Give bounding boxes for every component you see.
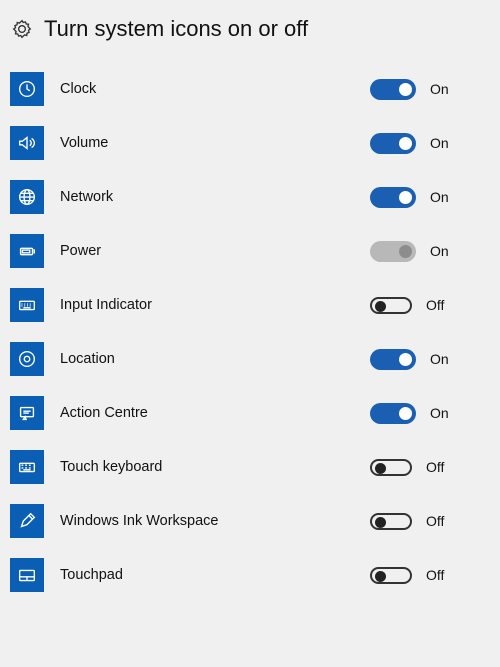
toggle-knob [375,517,386,528]
toggle-group: Off [370,297,482,314]
touch-keyboard-icon [10,450,44,484]
page-title: Turn system icons on or off [44,16,308,42]
toggle-switch[interactable] [370,567,412,584]
toggle-knob [375,571,386,582]
system-icons-settings-page: Turn system icons on or off ClockOnVolum… [0,0,500,610]
toggle-switch[interactable] [370,459,412,476]
settings-row: Touch keyboard Off [10,440,482,494]
toggle-group: On [370,349,482,370]
toggle-group: On [370,133,482,154]
toggle-switch[interactable] [370,187,416,208]
toggle-switch[interactable] [370,297,412,314]
touchpad-icon [10,558,44,592]
row-label: Touch keyboard [44,459,370,475]
toggle-knob [399,83,412,96]
row-label: Touchpad [44,567,370,583]
toggle-knob [399,137,412,150]
row-label: Volume [44,135,370,151]
keyboard-icon [10,288,44,322]
toggle-switch[interactable] [370,349,416,370]
settings-row: Power On [10,224,482,278]
row-label: Power [44,243,370,259]
action-centre-icon [10,396,44,430]
toggle-group: Off [370,567,482,584]
toggle-state-label: On [430,351,449,367]
toggle-knob [399,353,412,366]
toggle-switch[interactable] [370,133,416,154]
settings-row: Windows Ink Workspace Off [10,494,482,548]
settings-row: Touchpad Off [10,548,482,602]
location-icon [10,342,44,376]
toggle-knob [375,301,386,312]
row-label: Clock [44,81,370,97]
toggle-state-label: On [430,243,449,259]
volume-icon [10,126,44,160]
toggle-state-label: Off [426,459,444,475]
toggle-knob [399,191,412,204]
page-header: Turn system icons on or off [10,8,482,62]
toggle-state-label: On [430,189,449,205]
toggle-state-label: Off [426,567,444,583]
toggle-group: Off [370,459,482,476]
toggle-state-label: Off [426,513,444,529]
toggle-group: On [370,403,482,424]
toggle-knob [399,407,412,420]
toggle-group: Off [370,513,482,530]
toggle-knob [399,245,412,258]
toggle-group: On [370,187,482,208]
row-label: Location [44,351,370,367]
row-label: Windows Ink Workspace [44,513,370,529]
settings-row: Clock On [10,62,482,116]
toggle-state-label: On [430,135,449,151]
toggle-group: On [370,241,482,262]
toggle-switch[interactable] [370,79,416,100]
toggle-switch[interactable] [370,513,412,530]
toggle-switch [370,241,416,262]
toggle-state-label: On [430,81,449,97]
settings-list: Clock On Volume On Network On Power On Input Ind… [10,62,482,602]
clock-icon [10,72,44,106]
toggle-state-label: Off [426,297,444,313]
toggle-state-label: On [430,405,449,421]
settings-row: Location On [10,332,482,386]
row-label: Network [44,189,370,205]
toggle-group: On [370,79,482,100]
settings-row: Volume On [10,116,482,170]
gear-icon [12,19,32,39]
toggle-switch[interactable] [370,403,416,424]
pen-icon [10,504,44,538]
network-icon [10,180,44,214]
settings-row: Action Centre On [10,386,482,440]
toggle-knob [375,463,386,474]
settings-row: Network On [10,170,482,224]
row-label: Action Centre [44,405,370,421]
row-label: Input Indicator [44,297,370,313]
settings-row: Input Indicator Off [10,278,482,332]
power-icon [10,234,44,268]
